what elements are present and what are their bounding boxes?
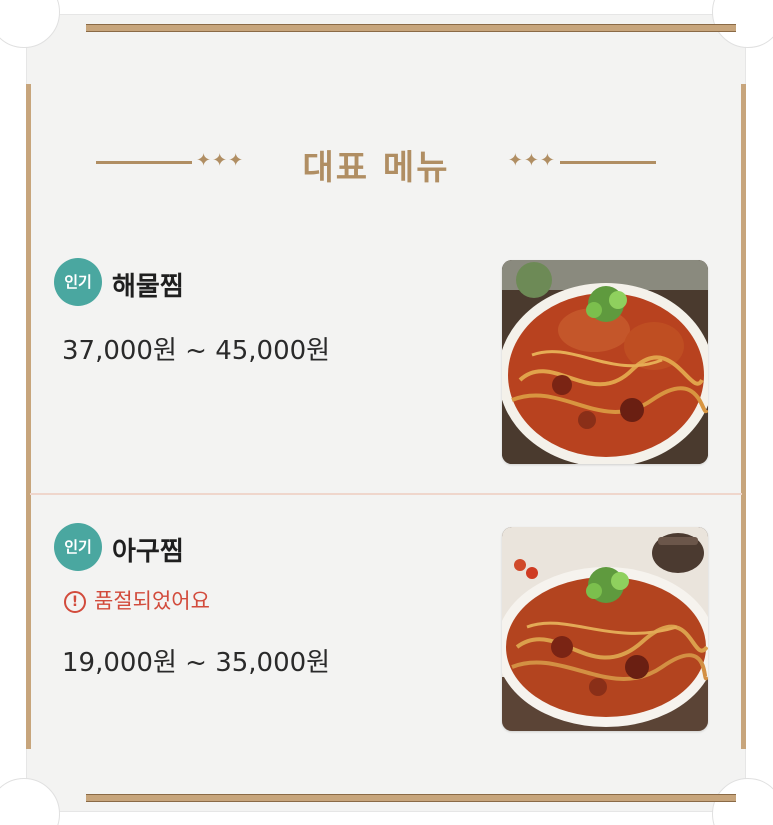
menu-item-price: 19,000원 ~ 35,000원 bbox=[62, 648, 331, 678]
menu-item-name: 아구찜 bbox=[112, 537, 184, 567]
page: ✦✦✦ 대표 메뉴 ✦✦✦ 인기 해물찜 37,000원 ~ 45,000원 인… bbox=[0, 0, 773, 825]
popular-badge: 인기 bbox=[54, 523, 102, 571]
card-corner-decoration bbox=[0, 778, 60, 825]
card-left-rule bbox=[26, 84, 31, 749]
sold-out-text: 품절되었어요 bbox=[94, 589, 210, 613]
menu-item-price: 37,000원 ~ 45,000원 bbox=[62, 336, 331, 366]
card-right-rule bbox=[741, 84, 746, 749]
title-right-line bbox=[560, 161, 656, 164]
seafood-stew-photo[interactable] bbox=[502, 260, 708, 464]
monkfish-stew-illustration bbox=[502, 527, 708, 731]
section-title: 대표 메뉴 bbox=[302, 148, 450, 188]
title-right-ornament-icon: ✦✦✦ bbox=[507, 150, 556, 171]
menu-divider bbox=[30, 493, 742, 495]
menu-item-name: 해물찜 bbox=[112, 272, 184, 302]
popular-badge: 인기 bbox=[54, 258, 102, 306]
card-corner-decoration bbox=[0, 0, 60, 48]
card-bottom-rule bbox=[86, 794, 736, 802]
seafood-stew-illustration bbox=[502, 260, 708, 464]
sold-out-notice: ! 품절되었어요 bbox=[64, 585, 210, 615]
card-top-rule bbox=[86, 24, 736, 32]
monkfish-stew-photo[interactable] bbox=[502, 527, 708, 731]
alert-circle-icon: ! bbox=[64, 591, 86, 613]
section-header: ✦✦✦ 대표 메뉴 ✦✦✦ bbox=[96, 140, 656, 188]
